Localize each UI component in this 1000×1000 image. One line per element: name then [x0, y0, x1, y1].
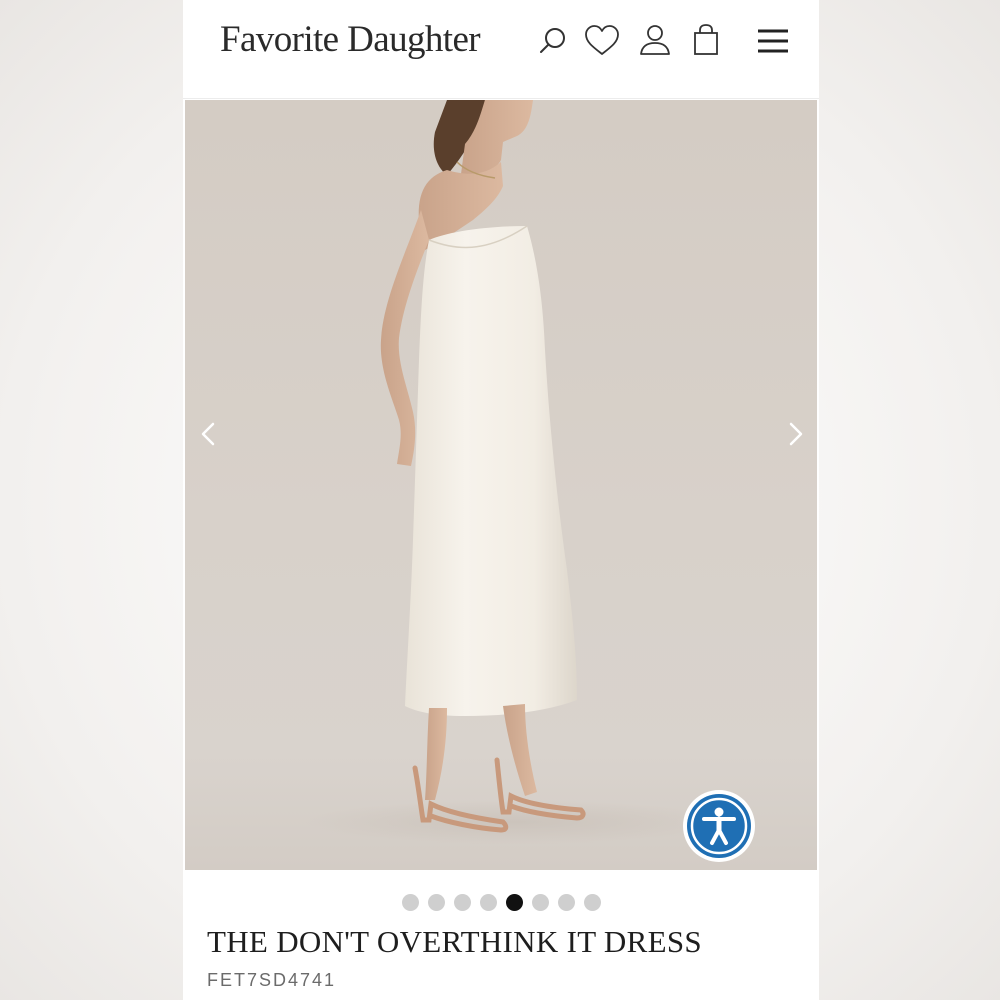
carousel-dot[interactable] — [583, 894, 601, 911]
product-title: THE DON'T OVERTHINK IT DRESS — [207, 924, 702, 959]
account-button[interactable] — [636, 22, 674, 60]
carousel-dot[interactable] — [479, 894, 497, 911]
account-icon — [640, 25, 670, 55]
chevron-left-icon — [201, 422, 215, 446]
shopping-bag-button[interactable] — [687, 22, 725, 60]
search-icon — [540, 28, 565, 53]
search-button[interactable] — [534, 22, 572, 60]
carousel-dot[interactable] — [557, 894, 575, 911]
accessibility-icon — [690, 797, 748, 855]
carousel-dot[interactable] — [401, 894, 419, 911]
carousel-dot[interactable] — [505, 894, 523, 911]
chevron-right-icon — [789, 422, 803, 446]
site-header: Favorite Daughter — [183, 0, 819, 99]
product-photo — [305, 100, 725, 844]
product-sku: FET7SD4741 — [207, 970, 337, 990]
carousel-dot[interactable] — [531, 894, 549, 911]
menu-button[interactable] — [754, 22, 792, 60]
wishlist-button[interactable] — [583, 22, 621, 60]
brand-logo[interactable]: Favorite Daughter — [220, 18, 481, 61]
menu-icon — [758, 29, 788, 53]
carousel-next-button[interactable] — [777, 416, 813, 452]
carousel-dot[interactable] — [453, 894, 471, 911]
accessibility-button[interactable] — [683, 790, 755, 862]
heart-icon — [585, 25, 619, 55]
carousel-prev-button[interactable] — [191, 416, 227, 452]
product-image-carousel[interactable] — [185, 100, 817, 870]
product-page: Favorite Daughter THE DON'T OVERTHINK IT… — [183, 0, 819, 1000]
bag-icon — [694, 24, 718, 55]
carousel-pagination — [183, 894, 819, 912]
carousel-dot[interactable] — [427, 894, 445, 911]
